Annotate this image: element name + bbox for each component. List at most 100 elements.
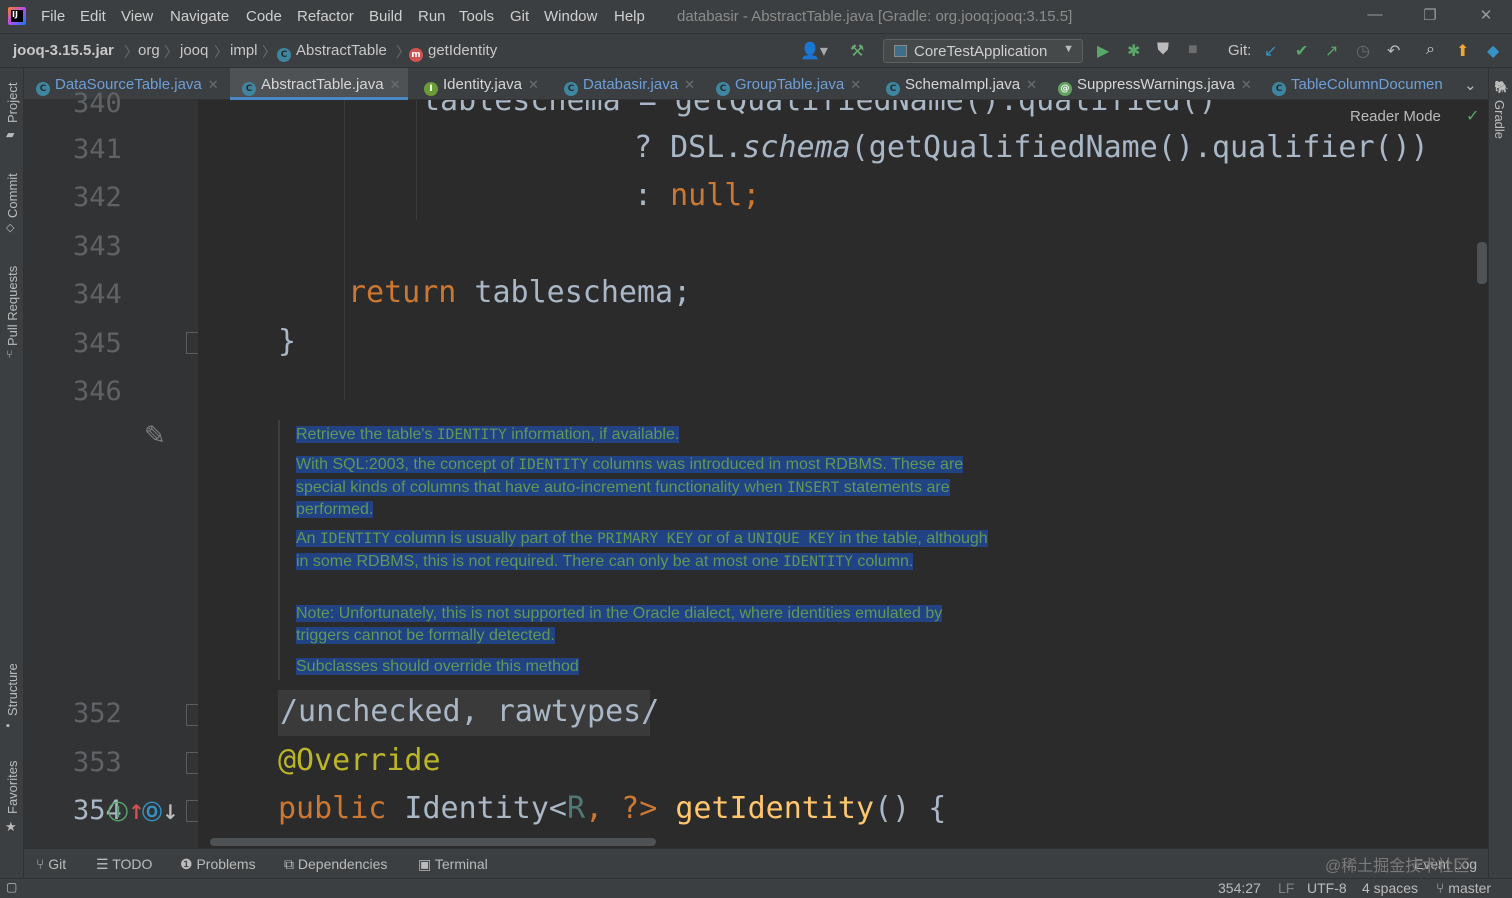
close-tab-icon[interactable]: ✕ [1026, 77, 1037, 92]
stop-icon[interactable]: ■ [1188, 41, 1198, 59]
folder-icon: ▰ [6, 129, 15, 141]
terminal-tool-button[interactable]: ▣ Terminal [418, 856, 488, 873]
run-configuration-select[interactable]: CoreTestApplication ▼ [883, 39, 1083, 63]
close-tab-icon[interactable]: ✕ [1241, 77, 1252, 92]
file-encoding[interactable]: UTF-8 [1307, 880, 1347, 896]
edit-pencil-icon[interactable]: ✎ [144, 420, 166, 451]
close-tab-icon[interactable]: ✕ [684, 77, 695, 92]
breadcrumb-class[interactable]: C AbstractTable [277, 42, 387, 62]
chevron-right-icon: 〉 [164, 44, 178, 60]
status-bar: ▢ 354:27 LF UTF-8 4 spaces ⑂ master [0, 878, 1512, 898]
history-icon[interactable]: ◷ [1356, 41, 1370, 61]
favorites-tool-button[interactable]: Favorites [5, 761, 20, 814]
problems-tool-button[interactable]: ❶ Problems [180, 856, 256, 873]
git-label: Git: [1228, 42, 1252, 59]
gradle-tool-button[interactable]: Gradle [1492, 100, 1507, 139]
right-tool-strip: 🐘 Gradle [1488, 68, 1512, 878]
line-separator[interactable]: LF [1278, 880, 1294, 896]
tab-grouptable[interactable]: C GroupTable.java ✕ [716, 68, 861, 100]
rollback-icon[interactable]: ↶ [1387, 41, 1400, 61]
class-icon: C [564, 82, 578, 96]
breadcrumb-impl[interactable]: impl [230, 42, 258, 59]
dependencies-tool-button[interactable]: ⧉ Dependencies [284, 856, 387, 873]
tab-schemaimpl[interactable]: C SchemaImpl.java ✕ [886, 68, 1037, 100]
git-commit-icon[interactable]: ✔ [1295, 41, 1308, 61]
coverage-icon[interactable]: ⛊ [1157, 41, 1169, 59]
run-icon[interactable]: ▶ [1097, 41, 1109, 61]
menu-file[interactable]: File [41, 8, 65, 25]
user-icon[interactable]: 👤▾ [800, 41, 828, 61]
git-tool-button[interactable]: ⑂ Git [36, 856, 66, 872]
code-line-342: : null; [634, 178, 761, 213]
interface-icon: I [424, 82, 438, 96]
layers-icon: ⧉ [284, 856, 298, 872]
build-hammer-icon[interactable]: ⚒ [850, 41, 864, 61]
todo-tool-button[interactable]: ☰ TODO [96, 856, 152, 873]
javadoc-paragraph: Subclasses should override this method [296, 658, 579, 675]
tab-list-chevron-icon[interactable]: ⌄ [1464, 68, 1477, 100]
pull-requests-tool-button[interactable]: Pull Requests [5, 266, 20, 346]
menu-help[interactable]: Help [614, 8, 645, 25]
menu-navigate[interactable]: Navigate [170, 8, 229, 25]
menu-refactor[interactable]: Refactor [297, 8, 354, 25]
indent-setting[interactable]: 4 spaces [1362, 880, 1418, 896]
tab-identity[interactable]: I Identity.java ✕ [424, 68, 539, 100]
menu-code[interactable]: Code [246, 8, 282, 25]
tab-suppresswarnings[interactable]: @ SuppressWarnings.java ✕ [1058, 68, 1252, 100]
tab-tablecolumndocument[interactable]: C TableColumnDocumen [1272, 68, 1454, 100]
watermark: @稀土掘金技术社区 [1325, 858, 1470, 875]
git-update-icon[interactable]: ↙ [1264, 41, 1277, 61]
code-line-345: } [278, 324, 297, 359]
commit-tool-button[interactable]: Commit [5, 173, 20, 218]
breadcrumb-jooq[interactable]: jooq [180, 42, 208, 59]
close-window-icon[interactable]: ✕ [1476, 6, 1496, 24]
close-tab-icon[interactable]: ✕ [208, 77, 219, 92]
menu-window[interactable]: Window [544, 8, 597, 25]
close-tab-icon[interactable]: ✕ [390, 77, 401, 92]
code-line-352: /unchecked, rawtypes/ [280, 694, 660, 729]
line-number: 340 [73, 88, 122, 119]
vertical-scrollbar[interactable] [1477, 242, 1487, 284]
menu-edit[interactable]: Edit [80, 8, 106, 25]
breadcrumb-jar[interactable]: jooq-3.15.5.jar [13, 42, 114, 59]
menu-bar: IJ File Edit View Navigate Code Refactor… [0, 0, 1512, 34]
caret-position[interactable]: 354:27 [1218, 880, 1261, 896]
close-tab-icon[interactable]: ✕ [850, 77, 861, 92]
breadcrumb-method[interactable]: m getIdentity [409, 42, 497, 62]
code-line-341: ? DSL.schema(getQualifiedName().qualifie… [634, 130, 1429, 165]
chevron-right-icon: 〉 [124, 44, 138, 60]
project-tool-button[interactable]: Project [5, 83, 20, 123]
menu-run[interactable]: Run [418, 8, 446, 25]
implements-icon[interactable]: Ⓘ↑ [108, 796, 145, 825]
tool-window-toggle-icon[interactable]: ▢ [6, 880, 17, 894]
restore-icon[interactable]: ❐ [1420, 6, 1440, 24]
search-icon[interactable]: ⌕ [1426, 41, 1435, 59]
class-icon: C [886, 82, 900, 96]
horizontal-scrollbar[interactable] [210, 838, 656, 846]
overridden-icon[interactable]: Ⓞ↓ [142, 796, 179, 825]
menu-build[interactable]: Build [369, 8, 402, 25]
tab-databasir[interactable]: C Databasir.java ✕ [564, 68, 695, 100]
git-branch[interactable]: ⑂ master [1436, 880, 1491, 896]
debug-icon[interactable]: ✱ [1127, 41, 1140, 61]
breadcrumb-org[interactable]: org [138, 42, 160, 59]
git-push-icon[interactable]: ↗ [1325, 41, 1338, 61]
left-tool-strip: Project ▰ Commit ◇ Pull Requests ⑂ Struc… [0, 68, 24, 878]
menu-view[interactable]: View [121, 8, 153, 25]
reader-mode-toggle[interactable]: Reader Mode [1350, 108, 1441, 125]
minimize-icon[interactable]: — [1365, 6, 1385, 23]
info-icon: ❶ [180, 856, 197, 872]
code-with-me-icon[interactable]: ◆ [1487, 41, 1499, 61]
tab-abstracttable[interactable]: C AbstractTable.java ✕ [230, 68, 409, 100]
menu-tools[interactable]: Tools [459, 8, 494, 25]
update-icon[interactable]: ⬆ [1456, 41, 1469, 61]
menu-git[interactable]: Git [510, 8, 529, 25]
close-tab-icon[interactable]: ✕ [528, 77, 539, 92]
annotation-icon: @ [1058, 82, 1072, 96]
class-icon: C [277, 48, 291, 62]
structure-tool-button[interactable]: Structure [5, 663, 20, 716]
indent-guide [416, 100, 417, 220]
chevron-right-icon: 〉 [396, 44, 410, 60]
rendered-javadoc[interactable]: Retrieve the table's IDENTITY informatio… [278, 420, 998, 680]
line-number: 346 [73, 376, 122, 407]
